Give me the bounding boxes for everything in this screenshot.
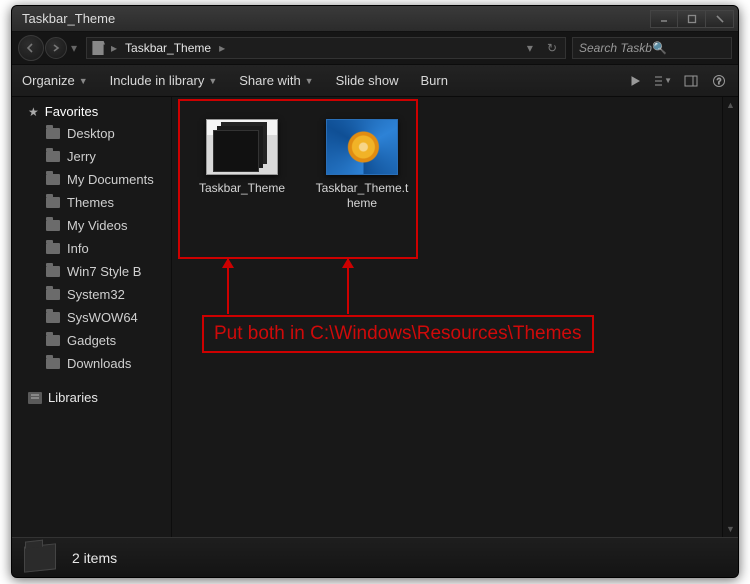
theme-thumbnail-icon (326, 119, 398, 175)
sidebar-item-win7style[interactable]: Win7 Style B (12, 260, 171, 283)
titlebar[interactable]: Taskbar_Theme (12, 6, 738, 32)
folder-icon (46, 335, 60, 346)
folder-icon (46, 312, 60, 323)
search-icon: 🔍 (652, 41, 725, 55)
sidebar-item-gadgets[interactable]: Gadgets (12, 329, 171, 352)
file-label: Taskbar_Theme (199, 181, 285, 196)
favorites-header[interactable]: ★ Favorites (12, 101, 171, 122)
annotation-arrow-icon (347, 259, 349, 314)
preview-pane-icon[interactable] (682, 73, 700, 89)
folder-icon (46, 243, 60, 254)
sidebar-item-syswow64[interactable]: SysWOW64 (12, 306, 171, 329)
annotation-text: Put both in C:\Windows\Resources\Themes (202, 315, 594, 353)
breadcrumb-item[interactable]: Taskbar_Theme (123, 41, 213, 55)
folder-icon (46, 358, 60, 369)
history-dropdown[interactable]: ▾ (68, 41, 80, 55)
help-icon[interactable]: ? (710, 73, 728, 89)
folder-icon (46, 220, 60, 231)
organize-menu[interactable]: Organize▼ (22, 73, 88, 88)
include-library-menu[interactable]: Include in library▼ (110, 73, 218, 88)
address-bar[interactable]: ▸ Taskbar_Theme ▸ ▾ ↻ (86, 37, 566, 59)
slideshow-button[interactable]: Slide show (336, 73, 399, 88)
folder-icon (46, 289, 60, 300)
toolbar: Organize▼ Include in library▼ Share with… (12, 65, 738, 97)
play-icon[interactable] (626, 73, 644, 89)
file-item-folder[interactable]: Taskbar_Theme (192, 115, 292, 215)
sidebar-item-jerry[interactable]: Jerry (12, 145, 171, 168)
chevron-right-icon: ▸ (219, 41, 225, 55)
nav-bar: ▾ ▸ Taskbar_Theme ▸ ▾ ↻ Search Taskbar_T… (12, 32, 738, 65)
search-input[interactable]: Search Taskbar_T... 🔍 (572, 37, 732, 59)
forward-button[interactable] (45, 37, 67, 59)
file-label: Taskbar_Theme.theme (314, 181, 410, 211)
svg-text:?: ? (717, 77, 722, 86)
scroll-up-icon[interactable]: ▲ (723, 97, 738, 113)
address-dropdown-icon[interactable]: ▾ (523, 41, 537, 55)
folder-icon (46, 151, 60, 162)
star-icon: ★ (28, 105, 39, 119)
maximize-button[interactable] (678, 10, 706, 28)
folder-icon (46, 266, 60, 277)
folder-icon (46, 128, 60, 139)
sidebar-item-desktop[interactable]: Desktop (12, 122, 171, 145)
vertical-scrollbar[interactable]: ▲ ▼ (722, 97, 738, 537)
minimize-button[interactable] (650, 10, 678, 28)
folder-icon (46, 174, 60, 185)
libraries-icon (28, 392, 42, 404)
status-item-count: 2 items (72, 550, 117, 566)
folder-icon (91, 41, 105, 55)
libraries-header[interactable]: Libraries (12, 387, 171, 408)
sidebar-item-downloads[interactable]: Downloads (12, 352, 171, 375)
view-options-icon[interactable]: ▼ (654, 73, 672, 89)
sidebar-item-documents[interactable]: My Documents (12, 168, 171, 191)
search-placeholder: Search Taskbar_T... (579, 41, 652, 55)
chevron-right-icon: ▸ (111, 41, 117, 55)
window-title: Taskbar_Theme (22, 11, 650, 26)
sidebar-item-system32[interactable]: System32 (12, 283, 171, 306)
annotation-arrow-icon (227, 259, 229, 314)
folder-icon (46, 197, 60, 208)
file-list[interactable]: Taskbar_Theme Taskbar_Theme.theme Put bo… (172, 97, 738, 537)
navigation-pane: ★ Favorites Desktop Jerry My Documents T… (12, 97, 172, 537)
file-item-theme[interactable]: Taskbar_Theme.theme (312, 115, 412, 215)
close-button[interactable] (706, 10, 734, 28)
back-button[interactable] (18, 35, 44, 61)
sidebar-item-themes[interactable]: Themes (12, 191, 171, 214)
folder-icon (24, 543, 56, 572)
refresh-icon[interactable]: ↻ (543, 41, 561, 55)
status-bar: 2 items (12, 537, 738, 577)
scroll-down-icon[interactable]: ▼ (723, 521, 738, 537)
share-with-menu[interactable]: Share with▼ (239, 73, 313, 88)
burn-button[interactable]: Burn (420, 73, 447, 88)
explorer-window: Taskbar_Theme ▾ ▸ Taskbar (11, 5, 739, 578)
folder-thumbnail-icon (206, 119, 278, 175)
sidebar-item-info[interactable]: Info (12, 237, 171, 260)
sidebar-item-videos[interactable]: My Videos (12, 214, 171, 237)
